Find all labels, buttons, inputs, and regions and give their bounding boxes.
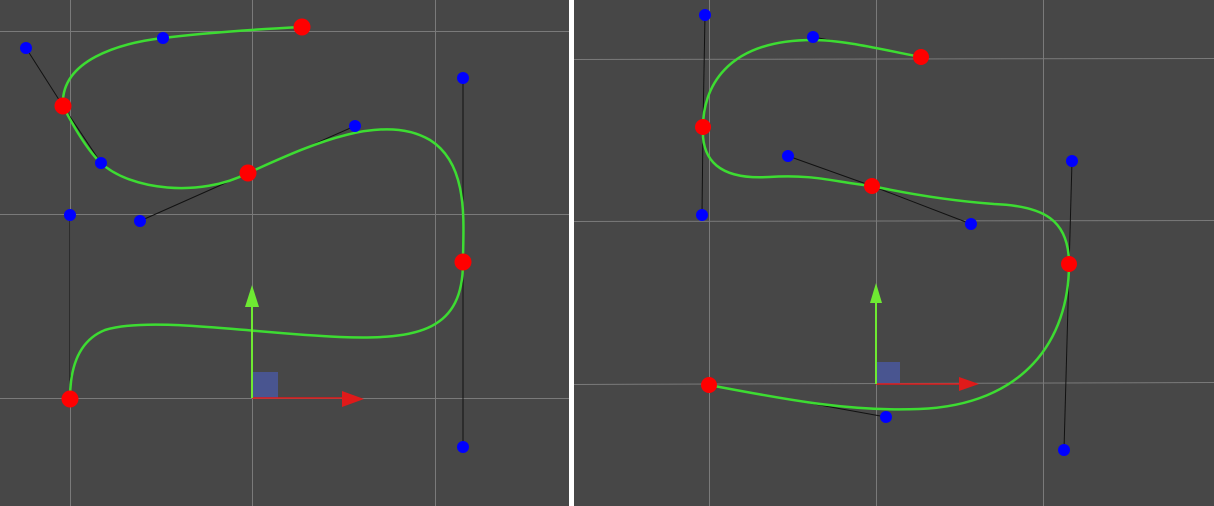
anchor-point (701, 377, 717, 393)
control-point (699, 9, 711, 21)
viewport-left[interactable] (0, 0, 569, 506)
control-point (134, 215, 146, 227)
control-point (95, 157, 107, 169)
control-point (1058, 444, 1070, 456)
anchor-point (695, 119, 711, 135)
anchor-point (864, 178, 880, 194)
viewport-right-canvas[interactable] (574, 0, 1214, 506)
anchor-point (61, 390, 79, 408)
square-icon[interactable] (877, 362, 900, 384)
control-point (64, 209, 76, 221)
anchor-point (54, 97, 72, 115)
control-point (457, 441, 469, 453)
anchor-point (293, 18, 311, 36)
anchor-point (454, 253, 472, 271)
control-point (880, 411, 892, 423)
control-point (20, 42, 32, 54)
viewport-right[interactable] (574, 0, 1214, 506)
control-point (349, 120, 361, 132)
anchor-point (1061, 256, 1077, 272)
anchor-point (913, 49, 929, 65)
square-icon[interactable] (253, 372, 278, 398)
control-point (1066, 155, 1078, 167)
viewport-left-canvas[interactable] (0, 0, 569, 506)
control-point (965, 218, 977, 230)
control-point (157, 32, 169, 44)
viewport-background (574, 0, 1214, 506)
control-point (696, 209, 708, 221)
viewport-background (0, 0, 569, 506)
anchor-point (239, 164, 257, 182)
control-point (457, 72, 469, 84)
control-point (782, 150, 794, 162)
control-point (807, 31, 819, 43)
